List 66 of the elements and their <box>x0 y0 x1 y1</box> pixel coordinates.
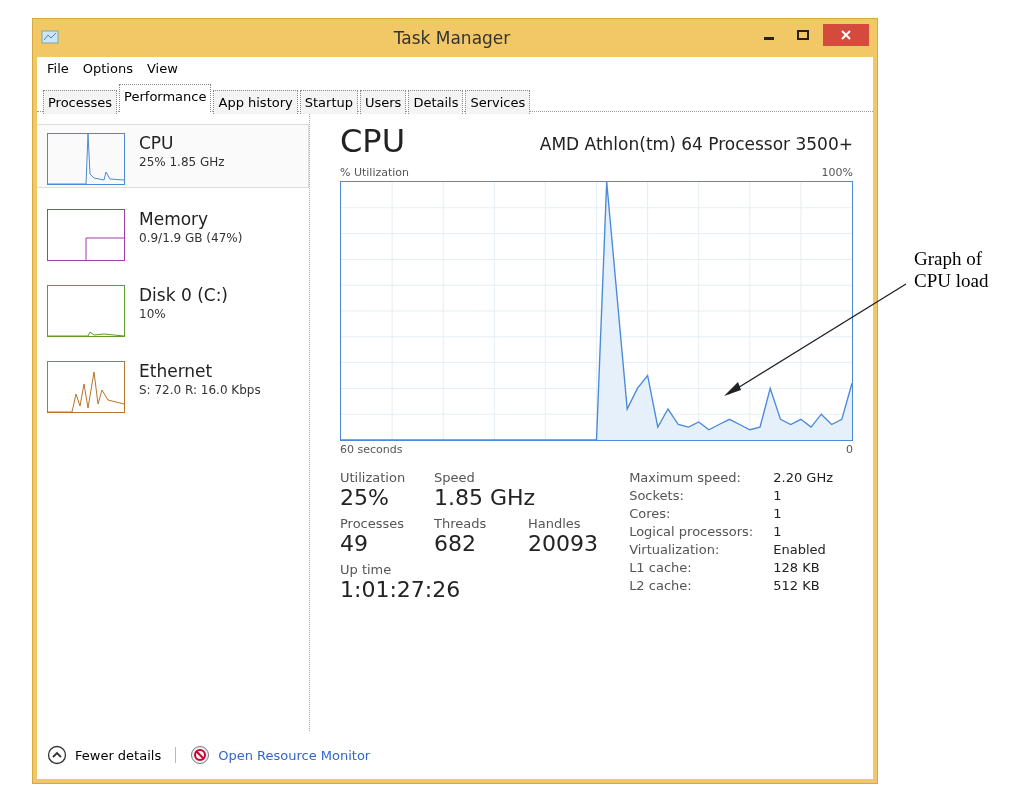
close-icon <box>841 30 851 40</box>
spec-value: 512 KB <box>773 578 821 593</box>
resource-detail: 25% 1.85 GHz <box>139 155 225 169</box>
spec-label: Cores: <box>629 506 672 521</box>
minimize-icon <box>764 37 774 40</box>
resource-name: Ethernet <box>139 361 214 381</box>
stat-label: Up time <box>340 562 393 577</box>
resource-name: Disk 0 (C:) <box>139 285 228 305</box>
graph-label: % Utilization <box>340 166 410 179</box>
cpu-title: CPU <box>340 122 406 160</box>
menu-item[interactable]: File <box>47 61 69 76</box>
spec-label: Virtualization: <box>629 542 721 557</box>
mini-graph-icon <box>47 285 125 337</box>
spec-label: Maximum speed: <box>629 470 742 485</box>
annotation-text: Graph of CPU load <box>914 248 990 293</box>
spec-value: 1 <box>773 524 783 539</box>
tab[interactable]: Startup <box>299 90 358 114</box>
tab[interactable]: Users <box>360 90 407 114</box>
spec-value: 128 KB <box>773 560 821 575</box>
resource-name: CPU <box>139 133 175 153</box>
stat-value: 1:01:27:26 <box>340 577 461 602</box>
spec-label: L2 cache: <box>629 578 693 593</box>
tab[interactable]: Performance <box>119 84 212 112</box>
graph-min-label: 0 <box>846 443 853 456</box>
spec-label: L1 cache: <box>629 560 693 575</box>
stat-value: 682 <box>434 531 477 556</box>
stat-label: Threads <box>434 516 488 531</box>
close-button[interactable] <box>823 24 869 46</box>
window-title: Task Manager <box>392 28 512 48</box>
stat-value: 1.85 GHz <box>434 485 536 510</box>
stat-label: Processes <box>340 516 406 531</box>
resource-monitor-link[interactable]: Open Resource Monitor <box>218 747 371 763</box>
resource-detail: 0.9/1.9 GB (47%) <box>139 231 243 245</box>
graph-time-label: 60 seconds <box>340 443 403 456</box>
spec-label: Sockets: <box>629 488 685 503</box>
spec-value: Enabled <box>773 542 827 557</box>
collapse-icon[interactable] <box>47 745 67 765</box>
mini-graph-icon <box>47 209 125 261</box>
sidebar-item[interactable]: CPU 25% 1.85 GHz <box>37 124 309 188</box>
resource-detail: S: 72.0 R: 16.0 Kbps <box>139 383 261 397</box>
spec-value: 1 <box>773 506 783 521</box>
tab[interactable]: Details <box>408 90 464 114</box>
stat-label: Speed <box>434 470 476 485</box>
tab[interactable]: Services <box>465 90 531 114</box>
resource-monitor-icon <box>190 745 211 765</box>
spec-label: Logical processors: <box>629 524 754 539</box>
stat-label: Utilization <box>340 470 407 485</box>
resource-name: Memory <box>139 209 210 229</box>
stat-label: Handles <box>528 516 582 531</box>
maximize-icon <box>797 30 809 40</box>
tab[interactable]: Processes <box>43 90 118 114</box>
fewer-details-button[interactable]: Fewer details <box>75 747 162 763</box>
stat-value: 20093 <box>528 531 599 556</box>
graph-max-label: 100% <box>821 166 853 179</box>
resource-detail: 10% <box>139 307 167 321</box>
tab[interactable]: App history <box>213 90 298 114</box>
spec-value: 1 <box>773 488 783 503</box>
processor-name: AMD Athlon(tm) 64 Processor 3500+ <box>539 134 853 156</box>
stat-value: 25% <box>340 485 390 510</box>
stat-value: 49 <box>340 531 369 556</box>
menu-item[interactable]: Options <box>82 61 133 76</box>
spec-value: 2.20 GHz <box>773 470 833 485</box>
menu-item[interactable]: View <box>146 61 178 76</box>
app-icon <box>41 30 59 46</box>
mini-graph-icon <box>47 361 125 413</box>
mini-graph-icon <box>47 133 125 185</box>
